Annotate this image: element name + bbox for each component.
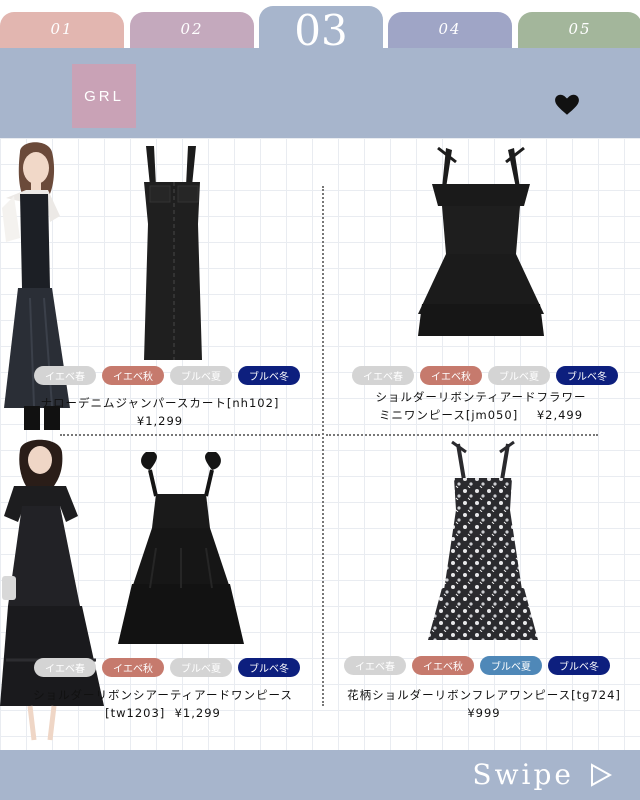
heart-icon[interactable] [554, 92, 580, 118]
tag-blue-winter: ブルベ冬 [548, 656, 610, 675]
tag-blue-summer: ブルベ夏 [480, 656, 542, 675]
swipe-button[interactable]: Swipe [472, 758, 612, 791]
horizontal-divider-right [326, 434, 598, 436]
tab-05[interactable]: 05 [518, 12, 640, 52]
product-price: ¥1,299 [174, 706, 221, 720]
product-name: 花柄ショルダーリボンフレアワンピース[tg724] [347, 688, 621, 702]
product-grid: イエベ春 イエベ秋 ブルベ夏 ブルベ冬 ナローデニムジャンパースカート[nh10… [0, 138, 640, 750]
product-price: ¥2,499 [536, 408, 584, 422]
color-tags-1: イエベ春 イエベ秋 ブルベ夏 ブルベ冬 [34, 366, 300, 385]
tab-03[interactable]: 03 [259, 6, 383, 54]
brand-logo: GRL [72, 64, 136, 128]
tab-02[interactable]: 02 [130, 12, 254, 52]
tag-yellow-spring: イエベ春 [34, 658, 96, 677]
product-name-line-2: ミニワンピース[jm050] ¥2,499 [378, 408, 584, 422]
vertical-divider [322, 186, 324, 706]
footer-bar: Swipe [0, 750, 640, 800]
play-arrow-icon [591, 762, 612, 787]
tab-bar: 01 02 03 04 05 [0, 0, 640, 54]
color-tags-3: イエベ春 イエベ秋 ブルベ夏 ブルベ冬 [34, 658, 300, 677]
color-tags-4: イエベ春 イエベ秋 ブルベ夏 ブルベ冬 [344, 656, 610, 675]
product-caption-2: ショルダーリボンティアードフラワー ミニワンピース[jm050] ¥2,499 [336, 388, 626, 424]
tag-blue-winter: ブルベ冬 [238, 366, 300, 385]
tag-yellow-autumn: イエベ秋 [102, 366, 164, 385]
tag-blue-summer: ブルベ夏 [488, 366, 550, 385]
tag-yellow-autumn: イエベ秋 [102, 658, 164, 677]
product-name: ショルダーリボンシアーティアードワンピース [33, 688, 293, 702]
product-name: ショルダーリボンティアードフラワー [375, 390, 587, 404]
tag-blue-winter: ブルベ冬 [556, 366, 618, 385]
product-caption-1: ナローデニムジャンパースカート[nh102] ¥1,299 [10, 394, 310, 430]
product-caption-4: 花柄ショルダーリボンフレアワンピース[tg724] ¥999 [328, 686, 640, 722]
swipe-label: Swipe [472, 758, 574, 791]
product-caption-3: ショルダーリボンシアーティアードワンピース [tw1203] ¥1,299 [8, 686, 318, 722]
product-price: ¥999 [467, 706, 501, 720]
product-name-line-2: [tw1203] ¥1,299 [105, 706, 221, 720]
tag-blue-summer: ブルベ夏 [170, 366, 232, 385]
product-image-2[interactable] [416, 144, 546, 340]
product-image-4[interactable] [426, 440, 540, 644]
tag-yellow-spring: イエベ春 [344, 656, 406, 675]
product-image-1[interactable] [130, 142, 220, 364]
product-price: ¥1,299 [136, 414, 184, 428]
product-image-3[interactable] [116, 448, 246, 648]
tab-01[interactable]: 01 [0, 12, 124, 52]
tab-04[interactable]: 04 [388, 12, 512, 52]
model-photo-1[interactable] [0, 138, 96, 434]
tag-yellow-spring: イエベ春 [34, 366, 96, 385]
tag-yellow-autumn: イエベ秋 [412, 656, 474, 675]
product-name: ナローデニムジャンパースカート[nh102] [40, 396, 280, 410]
tag-blue-winter: ブルベ冬 [238, 658, 300, 677]
tag-yellow-autumn: イエベ秋 [420, 366, 482, 385]
tag-yellow-spring: イエベ春 [352, 366, 414, 385]
tag-blue-summer: ブルベ夏 [170, 658, 232, 677]
color-tags-2: イエベ春 イエベ秋 ブルベ夏 ブルベ冬 [352, 366, 618, 385]
